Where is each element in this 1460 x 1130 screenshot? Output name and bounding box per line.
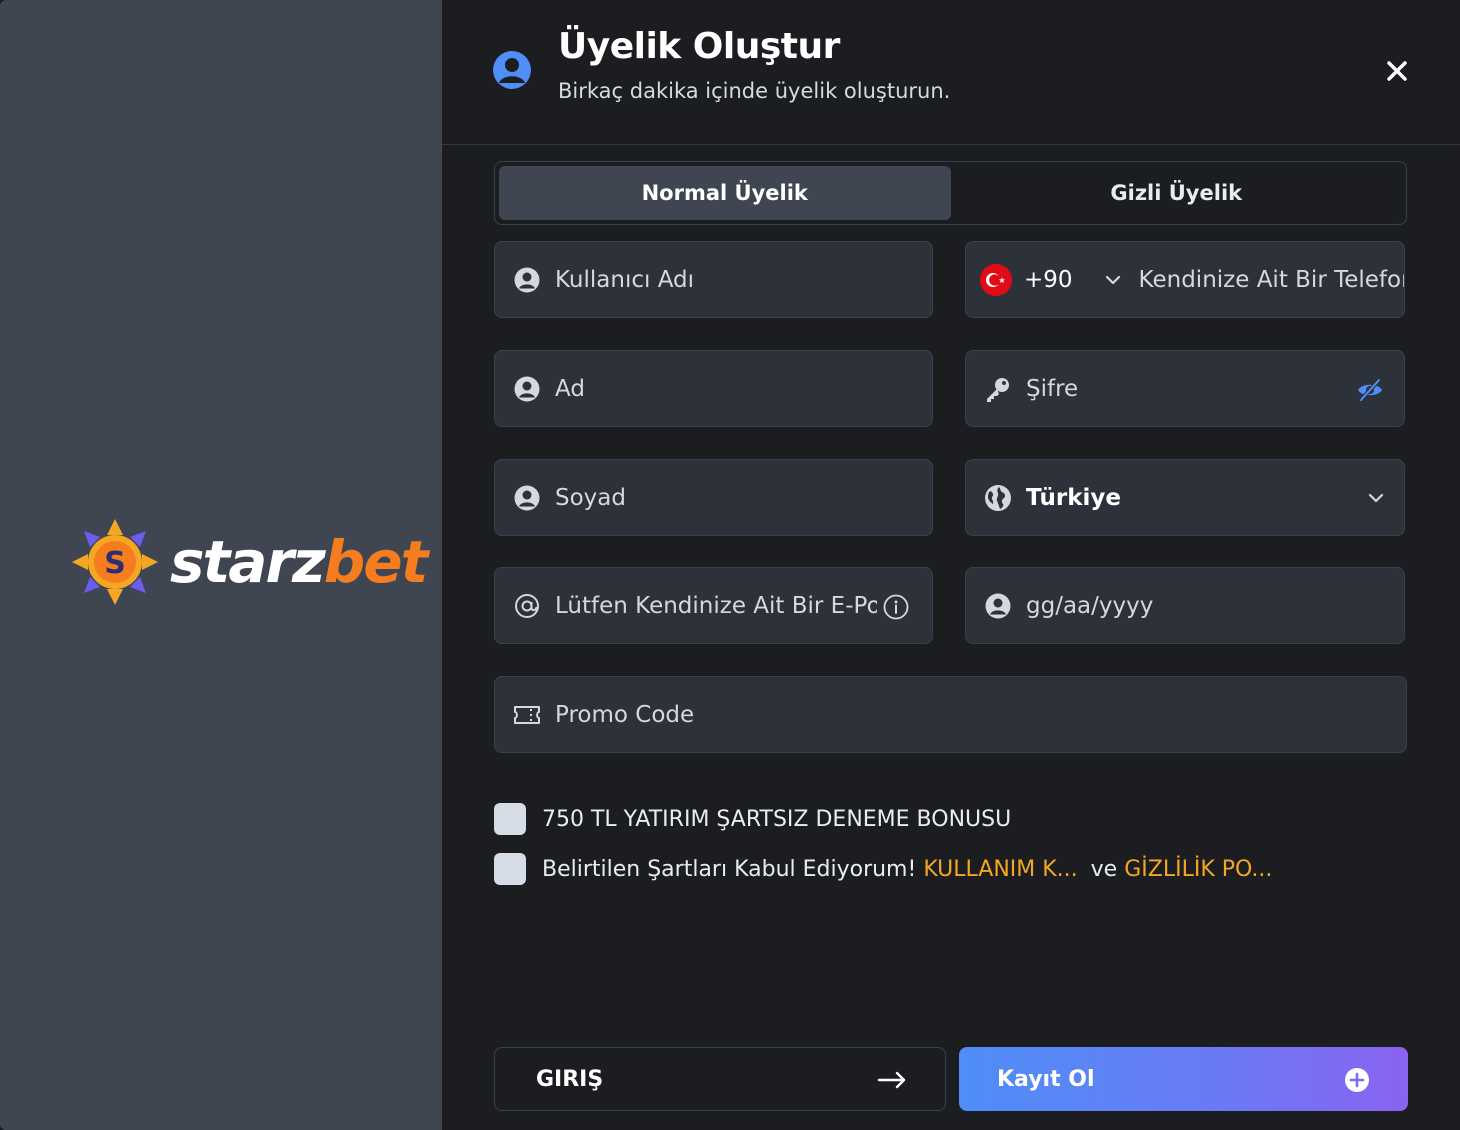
at-sign-icon: [513, 592, 541, 620]
brand-wordmark: starzbet: [170, 533, 428, 591]
phone-country-code[interactable]: +90: [1024, 267, 1073, 293]
key-icon: [984, 375, 1012, 403]
email-field[interactable]: Lütfen Kendinize Ait Bir E-Pos: [494, 567, 933, 644]
register-modal: S starzbet Üyelik Oluştur Birkaç dakika …: [0, 0, 1460, 1130]
terms-checkbox-row: Belirtilen Şartları Kabul Ediyorum! KULL…: [494, 845, 1272, 893]
birthdate-field[interactable]: gg/aa/yyyy: [965, 567, 1405, 644]
first-name-placeholder: Ad: [555, 375, 585, 402]
globe-icon: [984, 484, 1012, 512]
password-placeholder: Şifre: [1026, 375, 1079, 402]
ticket-icon: [513, 701, 541, 729]
user-circle-icon: [984, 592, 1012, 620]
login-button[interactable]: GIRIŞ: [494, 1047, 946, 1111]
starzbet-sun-logo-icon: S: [72, 519, 158, 605]
last-name-field[interactable]: Soyad: [494, 459, 933, 536]
birthdate-placeholder: gg/aa/yyyy: [1026, 592, 1154, 619]
svg-text:S: S: [104, 546, 126, 581]
terms-prefix: Belirtilen Şartları Kabul Ediyorum!: [542, 856, 917, 882]
bonus-checkbox[interactable]: [494, 803, 526, 835]
terms-checkbox[interactable]: [494, 853, 526, 885]
phone-field[interactable]: +90 Kendinize Ait Bir Telefon: [965, 241, 1405, 318]
modal-header: Üyelik Oluştur Birkaç dakika içinde üyel…: [442, 0, 1460, 145]
page-title: Üyelik Oluştur: [558, 26, 840, 67]
first-name-field[interactable]: Ad: [494, 350, 933, 427]
terms-and-text: ve: [1090, 856, 1118, 882]
bonus-checkbox-row: 750 TL YATIRIM ŞARTSIZ DENEME BONUSU: [494, 795, 1272, 843]
terms-of-use-link[interactable]: KULLANIM K...: [923, 857, 1077, 882]
country-value: Türkiye: [1026, 484, 1121, 511]
user-circle-icon: [513, 375, 541, 403]
country-select[interactable]: Türkiye: [965, 459, 1405, 536]
promo-code-placeholder: Promo Code: [555, 701, 695, 728]
user-circle-icon: [493, 51, 531, 89]
plus-circle-icon: [1345, 1068, 1369, 1092]
close-icon[interactable]: [1382, 56, 1412, 86]
privacy-policy-link[interactable]: GİZLİLİK PO...: [1124, 857, 1272, 882]
info-icon[interactable]: [883, 594, 909, 620]
chevron-down-icon[interactable]: [1103, 270, 1123, 290]
arrow-right-icon: [877, 1071, 906, 1089]
terms-label: Belirtilen Şartları Kabul Ediyorum! KULL…: [542, 857, 1272, 882]
username-field[interactable]: Kullanıcı Adı: [494, 241, 933, 318]
brand-word-bet: bet: [323, 528, 429, 596]
chevron-down-icon[interactable]: [1366, 488, 1386, 508]
brand-panel: S starzbet: [0, 0, 442, 1130]
turkey-flag-icon: [980, 263, 1012, 296]
phone-placeholder: Kendinize Ait Bir Telefon: [1138, 266, 1404, 293]
brand-logo: S starzbet: [70, 517, 428, 607]
form-panel: Üyelik Oluştur Birkaç dakika içinde üyel…: [442, 0, 1460, 1130]
user-circle-icon: [513, 484, 541, 512]
tab-normal-membership[interactable]: Normal Üyelik: [499, 166, 951, 220]
eye-slash-icon[interactable]: [1356, 376, 1384, 404]
page-subtitle: Birkaç dakika içinde üyelik oluşturun.: [558, 79, 951, 103]
register-button-label: Kayıt Ol: [997, 1066, 1095, 1092]
brand-word-starz: starz: [170, 528, 326, 596]
promo-code-field[interactable]: Promo Code: [494, 676, 1407, 753]
password-field[interactable]: Şifre: [965, 350, 1405, 427]
membership-tabs: Normal Üyelik Gizli Üyelik: [494, 161, 1407, 225]
email-placeholder: Lütfen Kendinize Ait Bir E-Pos: [555, 592, 877, 619]
last-name-placeholder: Soyad: [555, 484, 626, 511]
agreements: 750 TL YATIRIM ŞARTSIZ DENEME BONUSU Bel…: [494, 795, 1272, 895]
tab-hidden-membership[interactable]: Gizli Üyelik: [951, 166, 1403, 220]
username-placeholder: Kullanıcı Adı: [555, 266, 695, 293]
login-button-label: GIRIŞ: [536, 1066, 604, 1092]
user-circle-icon: [513, 266, 541, 294]
register-button[interactable]: Kayıt Ol: [959, 1047, 1408, 1111]
bonus-label: 750 TL YATIRIM ŞARTSIZ DENEME BONUSU: [542, 806, 1012, 832]
